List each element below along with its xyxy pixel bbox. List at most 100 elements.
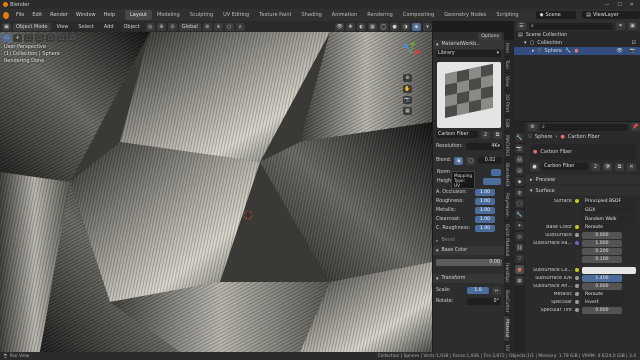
tab-modeling[interactable]: Modeling — [152, 10, 185, 20]
tab-3d-print[interactable]: 3D-Print — [504, 91, 509, 116]
subsurface-field[interactable]: 0.000 — [582, 231, 622, 239]
subsurface-radius-x[interactable]: 1.000 — [582, 239, 622, 247]
blend-alt-icon[interactable]: ▢ — [466, 156, 476, 165]
tab-scripting[interactable]: Scripting — [491, 10, 523, 20]
visibility-eye-icon[interactable]: 👁 — [616, 48, 626, 54]
pin-icon[interactable]: 📌 — [631, 123, 640, 131]
material-slot-list[interactable]: ● Carbon Fiber — [530, 144, 636, 160]
proportional-icon[interactable]: ○ — [224, 22, 234, 31]
preview-section[interactable]: ▸ Preview — [514, 175, 640, 184]
tab-shading[interactable]: Shading — [296, 10, 326, 20]
duplicate-icon[interactable]: ⧉ — [493, 130, 502, 139]
outliner-search-input[interactable]: ⌕ — [529, 22, 613, 30]
user-count-badge[interactable]: 2 — [591, 162, 600, 171]
menu-file[interactable]: File — [12, 12, 28, 18]
base-color-field[interactable]: 0.00 — [436, 259, 502, 266]
tab-rendering[interactable]: Rendering — [362, 10, 398, 20]
tool-properties-icon[interactable]: 🔧 — [515, 133, 524, 142]
material-properties-icon[interactable]: ● — [515, 265, 524, 274]
properties-search-input[interactable]: ⌕ — [540, 123, 628, 131]
outliner-scene-collection[interactable]: ▤ Scene Collection — [514, 31, 640, 39]
select-box-icon[interactable]: ▭ — [2, 34, 11, 42]
rotate-field[interactable]: 0° — [467, 298, 501, 305]
subsurface-radius-z[interactable]: 0.100 — [582, 255, 622, 263]
tab-material[interactable]: Material — [504, 316, 509, 342]
overlay-icon[interactable]: ◐ — [357, 22, 366, 31]
tab-quick-material[interactable]: Quick Material — [504, 221, 509, 261]
roughness-field[interactable]: 1.00 — [475, 198, 495, 205]
mode-dropdown[interactable]: Object Mode — [13, 22, 51, 31]
surface-section[interactable]: ▾ Surface — [514, 186, 640, 195]
mode-subtract-icon[interactable]: ⬚ — [46, 34, 55, 42]
gizmo-icon[interactable]: ✥ — [346, 22, 355, 31]
tab-tool[interactable]: Tool — [504, 57, 509, 73]
pan-hand-icon[interactable]: ✋ — [403, 85, 412, 93]
mode-invert-icon[interactable]: ⬚ — [57, 34, 66, 42]
shading-rendered-icon[interactable]: ◉ — [412, 22, 421, 31]
viewlayer-selector[interactable]: ▤ ViewLayer — [582, 11, 640, 19]
outliner-sphere[interactable]: ▸ ▽ Sphere 🔧 ● 👁 📷 — [514, 47, 640, 55]
metallic-field[interactable]: 1.00 — [475, 207, 495, 214]
object-menu[interactable]: Object — [120, 24, 144, 30]
blenderkit-icon[interactable]: ◎ — [145, 22, 155, 31]
snap-icon[interactable]: ⊕ — [156, 22, 166, 31]
browse-material-icon[interactable]: ● — [530, 162, 539, 171]
subsurface-ior-field[interactable]: 1.400 — [582, 274, 622, 282]
mode-select-icon[interactable]: ⬚ — [24, 34, 33, 42]
bevel-section[interactable]: ▸ Bevel — [433, 236, 505, 245]
physics-properties-icon[interactable]: ◎ — [515, 232, 524, 241]
orientation-dropdown[interactable]: Global — [178, 22, 201, 31]
tab-machin3[interactable]: MACHIN3 — [504, 132, 509, 160]
texture-properties-icon[interactable]: ▦ — [515, 276, 524, 285]
options-dropdown[interactable]: Options — [478, 32, 502, 40]
subsurface-anisotropy-field[interactable]: 0.000 — [582, 282, 622, 290]
menu-help[interactable]: Help — [100, 12, 119, 18]
cursor-icon[interactable]: ✛ — [13, 34, 22, 42]
checkbox-icon[interactable]: ☑ — [632, 40, 640, 46]
tab-compositing[interactable]: Compositing — [398, 10, 439, 20]
base-color-section[interactable]: ▾ Base Color — [433, 246, 505, 255]
scale-field[interactable]: 1.0 — [467, 287, 489, 294]
tab-view[interactable]: View — [504, 73, 509, 91]
c-roughness-field[interactable]: 1.00 — [475, 225, 495, 232]
output-properties-icon[interactable]: 🖨 — [515, 155, 524, 164]
scene-properties-icon[interactable]: ◆ — [515, 177, 524, 186]
transform-section[interactable]: ▾ Transform — [433, 274, 505, 283]
particles-properties-icon[interactable]: ✦ — [515, 221, 524, 230]
filter-icon[interactable]: ⏷ — [616, 22, 625, 30]
tab-uv-editing[interactable]: UV Editing — [218, 10, 254, 20]
clearcoat-field[interactable]: 1.00 — [475, 216, 495, 223]
xray-icon[interactable]: ▦ — [368, 22, 377, 31]
unlink-icon[interactable]: ✕ — [627, 162, 636, 171]
resolution-dropdown[interactable]: 4K ▾ — [465, 143, 502, 150]
tab-edit[interactable]: Edit — [504, 116, 509, 132]
blend-mode-icon[interactable]: ▣ — [454, 156, 464, 165]
material-thumbnail[interactable] — [437, 62, 501, 128]
material-count-icon[interactable]: 2 — [481, 130, 490, 139]
proportional-falloff-icon[interactable]: ∧ — [235, 22, 245, 31]
scene-selector[interactable]: ◆ Scene — [535, 11, 577, 19]
tab-layout[interactable]: Layout — [125, 10, 153, 20]
outliner-collection[interactable]: ▾ ▢ Collection ☑ — [514, 39, 640, 47]
tab-texture-paint[interactable]: Texture Paint — [254, 10, 296, 20]
tab-geometry-nodes[interactable]: Geometry Nodes — [439, 10, 491, 20]
magnet-icon[interactable]: ⋔ — [213, 22, 223, 31]
specular-link[interactable]: Invert — [582, 298, 624, 306]
subsurface-method-dropdown[interactable]: Random Walk — [582, 215, 636, 223]
mode-extend-icon[interactable]: ⬚ — [35, 34, 44, 42]
mode-intersect-icon[interactable]: ⬚ — [68, 34, 77, 42]
shading-solid-icon[interactable]: ● — [390, 22, 399, 31]
world-properties-icon[interactable]: ◍ — [515, 188, 524, 197]
pivot-icon[interactable]: ⊚ — [202, 22, 212, 31]
menu-window[interactable]: Window — [72, 12, 100, 18]
menu-render[interactable]: Render — [46, 12, 72, 18]
tab-sculpting[interactable]: Sculpting — [185, 10, 218, 20]
tab-blenderkit[interactable]: BlenderKit — [504, 160, 509, 191]
subsurface-radius-y[interactable]: 0.200 — [582, 247, 622, 255]
base-color-link[interactable]: Reroute — [582, 223, 624, 231]
view-layer-icon[interactable]: ▤ — [515, 166, 524, 175]
perspective-toggle-icon[interactable]: ▦ — [403, 107, 412, 115]
constraints-properties-icon[interactable]: ⛓ — [515, 243, 524, 252]
minimize-button[interactable]: — — [604, 2, 609, 8]
close-button[interactable]: ✕ — [630, 2, 634, 8]
